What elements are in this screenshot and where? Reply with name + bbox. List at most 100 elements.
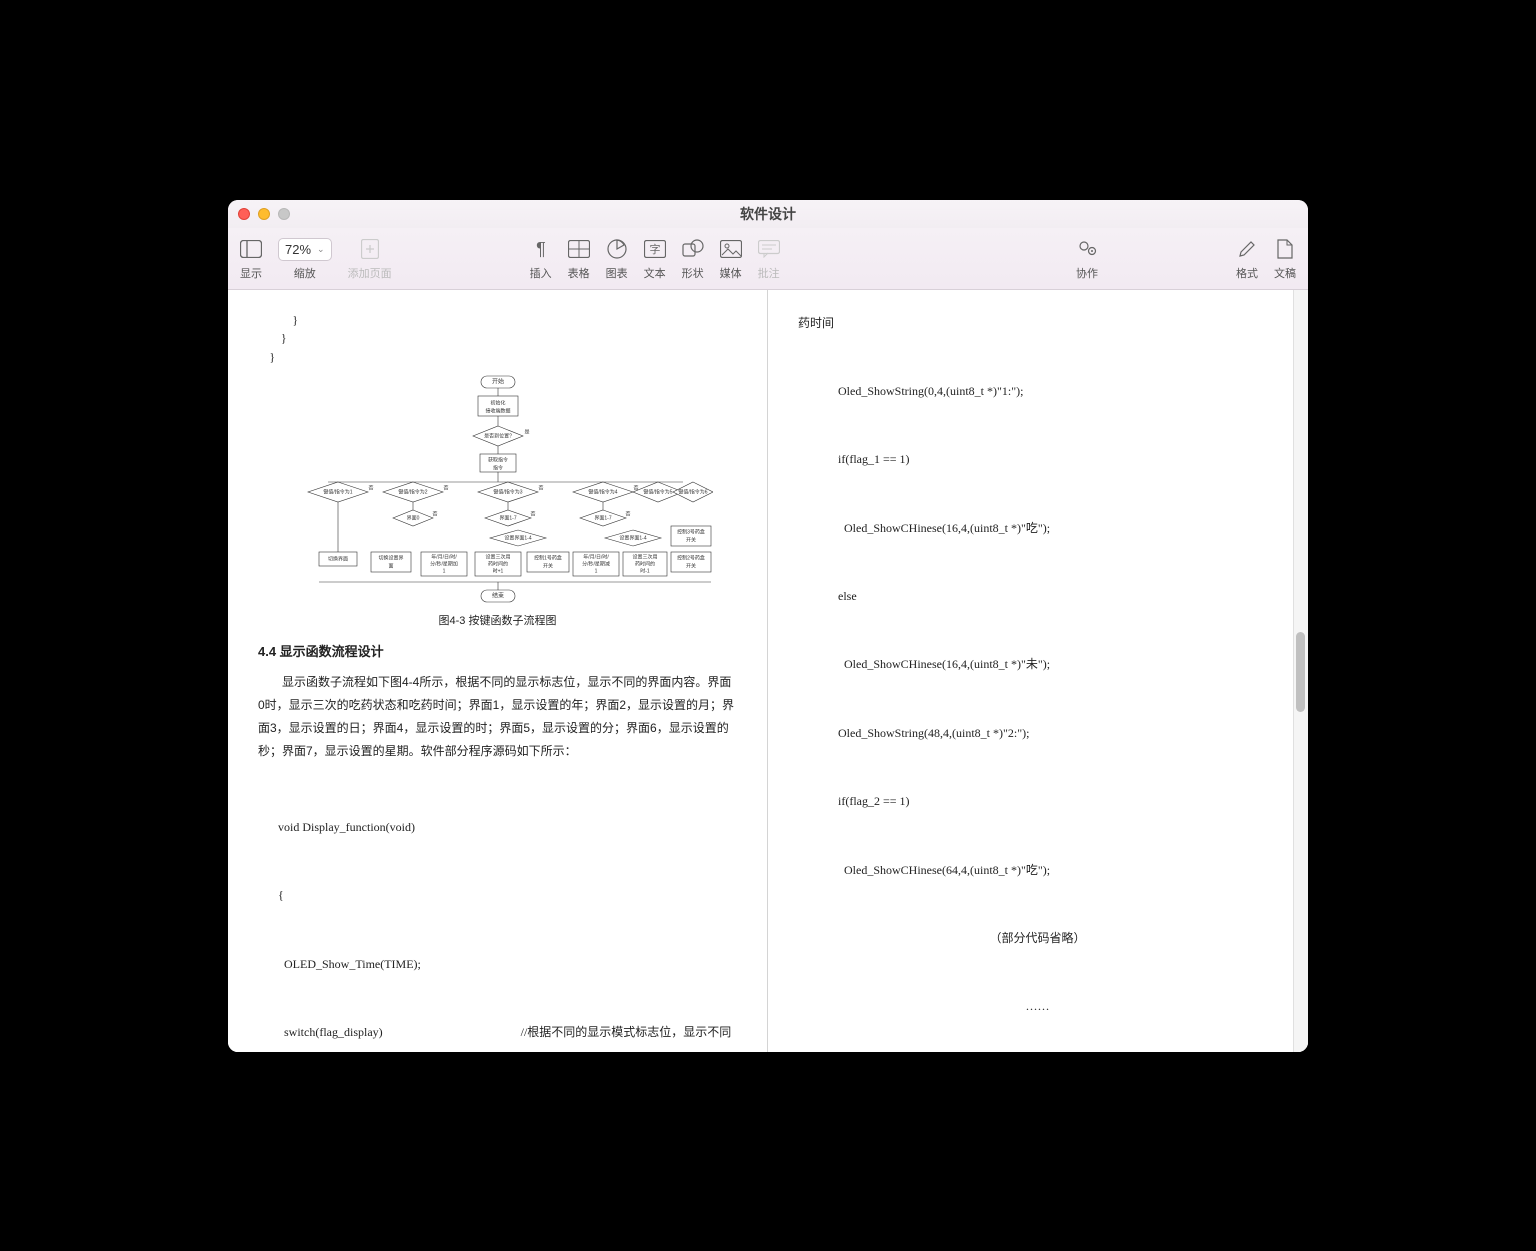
svg-text:年/月/日/时/: 年/月/日/时/ [583,554,609,561]
view-label: 显示 [240,265,262,281]
collab-icon [1076,235,1098,263]
window-title: 软件设计 [740,204,796,224]
svg-text:获取指令: 获取指令 [487,457,507,464]
media-label: 媒体 [720,265,742,281]
svg-text:是否到位置?: 是否到位置? [484,433,512,440]
table-button[interactable]: 表格 [568,235,590,281]
svg-text:设置三次用: 设置三次用 [485,554,510,561]
media-icon [720,235,742,263]
code-braces: } } } [258,312,737,369]
chevron-down-icon: ⌄ [317,244,325,255]
zoom-label: 缩放 [294,265,316,281]
svg-text:否: 否 [443,486,448,492]
collab-label: 协作 [1076,265,1098,281]
svg-text:控制3号药盒: 控制3号药盒 [677,529,705,536]
svg-text:键值/指令为5: 键值/指令为5 [643,489,672,496]
document-area[interactable]: } } } 开始 初始化 接收端数据 是否到位置? [228,290,1308,1052]
page-right: 药时间 Oled_ShowString(0,4,(uint8_t *)"1:")… [768,290,1308,1052]
minimize-button[interactable] [258,208,270,220]
svg-text:否: 否 [538,486,543,492]
svg-text:开关: 开关 [685,537,695,544]
collab-button[interactable]: 协作 [1076,235,1098,281]
view-button[interactable]: 显示 [240,235,262,281]
code-block-left: void Display_function(void) { OLED_Show_… [278,770,737,1051]
svg-text:1: 1 [442,569,445,575]
table-icon [568,235,590,263]
svg-text:界面1-7: 界面1-7 [499,516,516,522]
svg-text:年/月/日/时/: 年/月/日/时/ [431,554,457,561]
svg-text:面: 面 [388,564,393,570]
first-line-right: 药时间 [798,312,1277,335]
comment-label: 批注 [758,265,780,281]
chart-button[interactable]: 图表 [606,235,628,281]
svg-text:否: 否 [432,512,437,518]
text-button[interactable]: 字 文本 [644,235,666,281]
app-window: 软件设计 显示 72%⌄ 缩放 添加页面 ¶ 插入 [228,200,1308,1052]
svg-text:接收端数据: 接收端数据 [485,408,510,415]
svg-text:键值/指令为3: 键值/指令为3 [493,489,522,496]
svg-text:设置界面1-4: 设置界面1-4 [619,535,646,542]
format-icon [1238,235,1256,263]
svg-text:结束: 结束 [491,592,503,600]
table-label: 表格 [568,265,590,281]
shapes-label: 形状 [682,265,704,281]
svg-text:时-1: 时-1 [640,568,650,575]
heading-4-4: 4.4 显示函数流程设计 [258,641,737,663]
svg-text:控制2号药盒: 控制2号药盒 [677,555,705,562]
svg-text:键值/指令为2: 键值/指令为2 [398,489,427,496]
flowchart-4-3: 开始 初始化 接收端数据 是否到位置? 是 获取指令 指令 [258,374,737,606]
svg-text:分/秒/星期减: 分/秒/星期减 [582,561,610,568]
sidebar-icon [240,235,262,263]
svg-text:药时间的: 药时间的 [487,561,507,568]
chart-label: 图表 [606,265,628,281]
svg-text:开关: 开关 [685,563,695,570]
svg-text:键值/指令为6: 键值/指令为6 [678,489,707,496]
chart-icon [607,235,627,263]
svg-text:开关: 开关 [542,563,552,570]
code-block-right: Oled_ShowString(0,4,(uint8_t *)"1:"); if… [838,334,1277,1051]
traffic-lights [238,208,290,220]
comment-icon [758,235,780,263]
svg-text:设置界面1-4: 设置界面1-4 [504,535,531,542]
insert-button[interactable]: ¶ 插入 [530,235,552,281]
page-left: } } } 开始 初始化 接收端数据 是否到位置? [228,290,768,1052]
svg-text:否: 否 [625,512,630,518]
svg-text:开始: 开始 [491,378,503,386]
svg-text:1: 1 [594,569,597,575]
media-button[interactable]: 媒体 [720,235,742,281]
svg-text:键值/指令为1: 键值/指令为1 [323,489,352,496]
add-page-button: 添加页面 [348,235,392,281]
text-icon: 字 [644,235,666,263]
add-page-label: 添加页面 [348,265,392,281]
svg-text:界面1-7: 界面1-7 [594,516,611,522]
svg-text:初始化: 初始化 [490,400,505,407]
shapes-icon [682,235,704,263]
document-label: 文稿 [1274,265,1296,281]
svg-text:控制1号药盒: 控制1号药盒 [534,555,562,562]
scrollbar[interactable] [1293,290,1308,1052]
toolbar: 显示 72%⌄ 缩放 添加页面 ¶ 插入 表格 [228,228,1308,290]
svg-text:字: 字 [649,242,660,256]
close-button[interactable] [238,208,250,220]
scroll-thumb[interactable] [1296,632,1305,712]
maximize-button[interactable] [278,208,290,220]
format-button[interactable]: 格式 [1236,235,1258,281]
svg-text:否: 否 [530,512,535,518]
svg-text:时+1: 时+1 [492,568,503,575]
document-button[interactable]: 文稿 [1274,235,1296,281]
document-icon [1277,235,1293,263]
add-page-icon [361,235,379,263]
svg-text:药时间的: 药时间的 [634,561,654,568]
svg-text:¶: ¶ [536,239,546,259]
shapes-button[interactable]: 形状 [682,235,704,281]
insert-label: 插入 [530,265,552,281]
svg-text:界面0: 界面0 [406,516,419,522]
svg-text:设置三次用: 设置三次用 [632,554,657,561]
text-label: 文本 [644,265,666,281]
titlebar: 软件设计 [228,200,1308,228]
para-4-4: 显示函数子流程如下图4-4所示，根据不同的显示标志位，显示不同的界面内容。界面0… [258,671,737,762]
pilcrow-icon: ¶ [533,235,549,263]
svg-text:分/秒/星期加: 分/秒/星期加 [430,561,458,568]
format-label: 格式 [1236,265,1258,281]
zoom-select[interactable]: 72%⌄ 缩放 [278,235,332,281]
